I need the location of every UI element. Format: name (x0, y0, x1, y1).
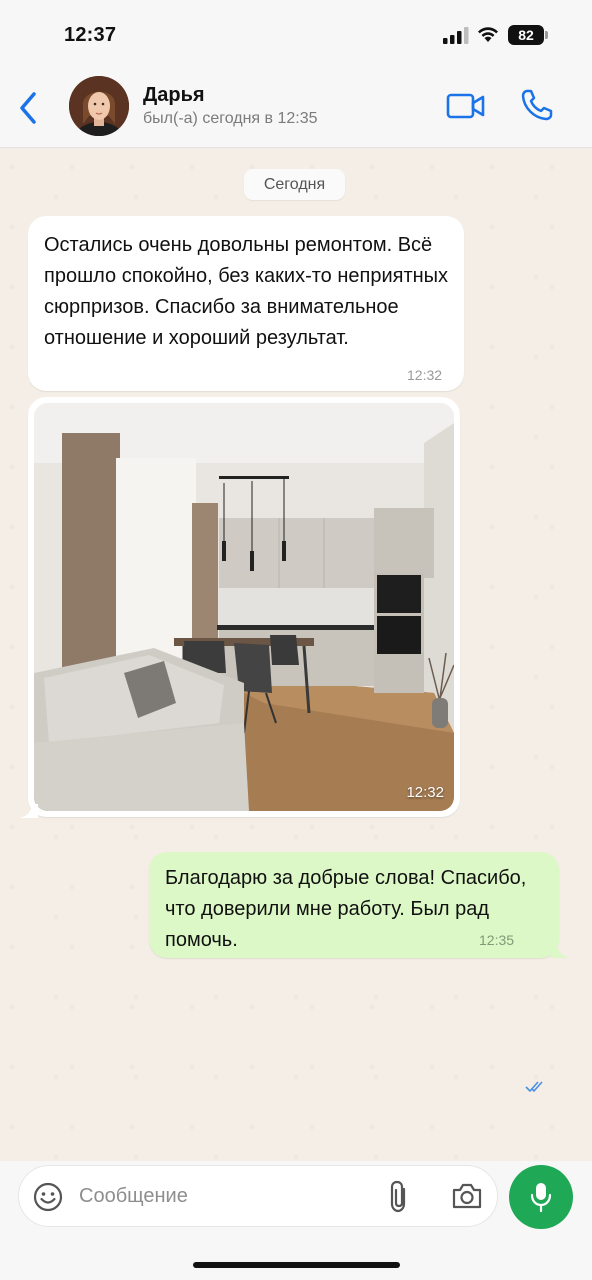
message-placeholder: Сообщение (79, 1185, 188, 1207)
camera-icon[interactable] (451, 1182, 483, 1210)
voice-record-button[interactable] (509, 1165, 573, 1229)
photo-time: 12:32 (406, 784, 444, 801)
incoming-message[interactable]: Остались очень довольны ремонтом. Всё пр… (28, 216, 464, 391)
phone-call-icon[interactable] (520, 88, 554, 122)
message-input[interactable]: Сообщение (18, 1165, 498, 1227)
chat-area[interactable]: Сегодня Остались очень довольны ремонтом… (0, 149, 592, 1161)
emoji-icon[interactable] (33, 1182, 63, 1212)
video-call-icon[interactable] (446, 92, 486, 120)
status-bar: 12:37 82 (0, 0, 592, 72)
composer: Сообщение (0, 1161, 592, 1280)
battery-indicator: 82 (508, 25, 548, 45)
home-indicator (193, 1262, 400, 1268)
message-time: 12:35 (479, 932, 515, 948)
outgoing-message[interactable]: Благодарю за добрые слова! Спасибо, что … (149, 852, 559, 958)
contact-last-seen: был(-а) сегодня в 12:35 (143, 110, 318, 127)
message-time: 12:32 (407, 367, 443, 383)
back-chevron-icon[interactable] (14, 88, 42, 128)
read-receipt-icon (525, 1081, 543, 1093)
bubble-tail (20, 804, 38, 818)
date-chip: Сегодня (244, 169, 345, 200)
photo-attachment[interactable]: 12:32 (34, 403, 454, 811)
wifi-icon (478, 27, 498, 42)
avatar[interactable] (69, 76, 129, 136)
attach-paperclip-icon[interactable] (388, 1180, 412, 1214)
cellular-signal-icon (443, 27, 469, 44)
microphone-icon (530, 1183, 552, 1213)
bubble-tail (551, 944, 569, 958)
contact-name[interactable]: Дарья (143, 84, 205, 107)
chat-header: Дарья был(-а) сегодня в 12:35 (0, 72, 592, 148)
status-time: 12:37 (64, 24, 117, 46)
message-text: Остались очень довольны ремонтом. Всё пр… (44, 234, 449, 349)
incoming-photo-message[interactable]: 12:32 (28, 397, 460, 817)
